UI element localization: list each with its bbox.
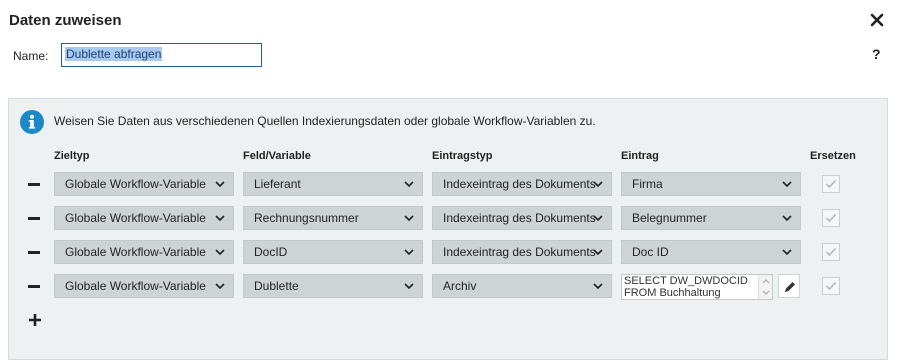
header-zieltyp: Zieltyp — [54, 150, 90, 162]
feld-variable-select[interactable]: Lieferant — [243, 172, 423, 196]
eintragstyp-value: Indexeintrag des Dokuments — [443, 245, 596, 259]
check-icon — [825, 213, 837, 223]
chevron-down-icon — [404, 181, 414, 188]
feld-variable-select[interactable]: Rechnungsnummer — [243, 206, 423, 230]
eintragstyp-select[interactable]: Indexeintrag des Dokuments — [432, 172, 612, 196]
zieltyp-value: Globale Workflow-Variable — [65, 211, 206, 225]
chevron-down-icon — [215, 215, 225, 222]
feld-variable-value: Lieferant — [254, 177, 301, 191]
pencil-icon — [785, 282, 795, 292]
sql-scrollbar[interactable] — [758, 275, 772, 299]
eintragstyp-select[interactable]: Indexeintrag des Dokuments — [432, 206, 612, 230]
remove-row-button[interactable] — [27, 244, 43, 260]
zieltyp-value: Globale Workflow-Variable — [65, 279, 206, 293]
zieltyp-select[interactable]: Globale Workflow-Variable — [54, 240, 234, 264]
chevron-down-icon — [404, 215, 414, 222]
eintragstyp-value: Archiv — [443, 279, 477, 293]
eintrag-select[interactable]: Firma — [621, 172, 801, 196]
dialog-title: Daten zuweisen — [9, 12, 122, 29]
feld-variable-select[interactable]: Dublette — [243, 274, 423, 298]
ersetzen-checkbox[interactable] — [822, 243, 840, 261]
eintragstyp-value: Indexeintrag des Dokuments — [443, 177, 596, 191]
edit-query-button[interactable] — [778, 274, 800, 298]
remove-row-button[interactable] — [27, 176, 43, 192]
header-eintragstyp: Eintragstyp — [432, 150, 493, 162]
close-icon[interactable] — [868, 11, 886, 29]
eintrag-select[interactable]: Doc ID — [621, 240, 801, 264]
scroll-arrows-icon — [762, 279, 770, 295]
name-input[interactable]: Dublette abfragen — [61, 43, 262, 67]
zieltyp-select[interactable]: Globale Workflow-Variable — [54, 274, 234, 298]
chevron-down-icon — [215, 283, 225, 290]
chevron-down-icon — [782, 249, 792, 256]
feld-variable-value: Rechnungsnummer — [254, 211, 359, 225]
chevron-down-icon — [215, 249, 225, 256]
feld-variable-value: Dublette — [254, 279, 299, 293]
chevron-down-icon — [593, 283, 603, 290]
zieltyp-value: Globale Workflow-Variable — [65, 177, 206, 191]
chevron-down-icon — [404, 249, 414, 256]
feld-variable-select[interactable]: DocID — [243, 240, 423, 264]
feld-variable-value: DocID — [254, 245, 288, 259]
eintrag-value: Doc ID — [632, 245, 669, 259]
chevron-down-icon — [782, 181, 792, 188]
ersetzen-checkbox[interactable] — [822, 175, 840, 193]
check-icon — [825, 179, 837, 189]
name-label: Name: — [13, 49, 49, 63]
header-feld-variable: Feld/Variable — [243, 150, 311, 162]
chevron-down-icon — [593, 215, 603, 222]
add-row-button[interactable] — [27, 312, 43, 328]
sql-query-text: SELECT DW_DWDOCID FROM Buchhaltung — [624, 275, 748, 299]
eintrag-select[interactable]: Belegnummer — [621, 206, 801, 230]
chevron-down-icon — [404, 283, 414, 290]
ersetzen-checkbox[interactable] — [822, 277, 840, 295]
eintragstyp-select[interactable]: Archiv — [432, 274, 612, 298]
eintrag-value: Belegnummer — [632, 211, 707, 225]
info-icon — [20, 110, 44, 134]
eintragstyp-value: Indexeintrag des Dokuments — [443, 211, 596, 225]
eintragstyp-select[interactable]: Indexeintrag des Dokuments — [432, 240, 612, 264]
eintrag-value: Firma — [632, 177, 663, 191]
header-eintrag: Eintrag — [621, 150, 659, 162]
zieltyp-select[interactable]: Globale Workflow-Variable — [54, 206, 234, 230]
zieltyp-value: Globale Workflow-Variable — [65, 245, 206, 259]
ersetzen-checkbox[interactable] — [822, 209, 840, 227]
check-icon — [825, 281, 837, 291]
header-ersetzen: Ersetzen — [810, 150, 856, 162]
zieltyp-select[interactable]: Globale Workflow-Variable — [54, 172, 234, 196]
help-button[interactable]: ? — [872, 46, 881, 62]
check-icon — [825, 247, 837, 257]
plus-icon — [29, 314, 41, 326]
remove-row-button[interactable] — [27, 278, 43, 294]
chevron-down-icon — [782, 215, 792, 222]
remove-row-button[interactable] — [27, 210, 43, 226]
info-text: Weisen Sie Daten aus verschiedenen Quell… — [54, 114, 596, 128]
chevron-down-icon — [215, 181, 225, 188]
chevron-down-icon — [593, 249, 603, 256]
name-input-value: Dublette abfragen — [65, 47, 163, 61]
chevron-down-icon — [593, 181, 603, 188]
sql-query-textarea[interactable]: SELECT DW_DWDOCID FROM Buchhaltung — [621, 274, 773, 300]
